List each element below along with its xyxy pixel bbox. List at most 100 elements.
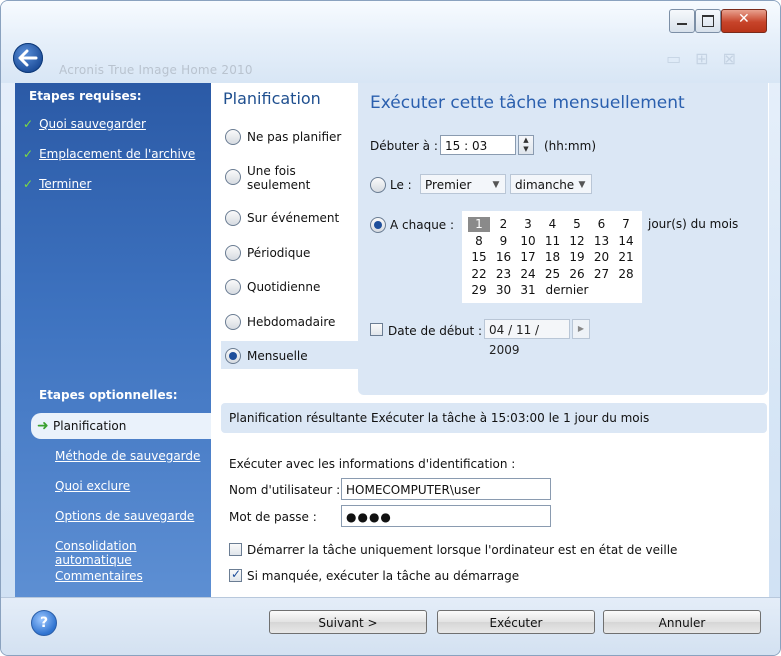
calendar-day[interactable]: 27	[591, 267, 613, 282]
option-label-on-event: Sur événement	[247, 211, 340, 225]
date-picker-button[interactable]: ▶	[572, 319, 590, 339]
sidebar-item-label: Terminer	[39, 177, 92, 191]
calendar-day[interactable]: 6	[591, 217, 613, 232]
minimize-button[interactable]	[669, 9, 695, 33]
calendar-day[interactable]: 25	[542, 267, 564, 282]
calendar-day[interactable]: 1	[468, 217, 490, 232]
calendar-day[interactable]: 3	[517, 217, 539, 232]
cancel-button[interactable]: Annuler	[603, 610, 761, 634]
help-icon: ?	[39, 615, 49, 631]
radio-each-day[interactable]	[370, 217, 386, 233]
sidebar-item-label: Emplacement de l'archive	[39, 147, 196, 161]
option-label-no-schedule: Ne pas planifier	[247, 130, 342, 144]
calendar-day[interactable]: 19	[566, 250, 588, 265]
calendar-day[interactable]: 12	[566, 234, 588, 249]
option-label-daily: Quotidienne	[247, 280, 321, 294]
calendar-day[interactable]: 2	[493, 217, 515, 232]
radio-on-day[interactable]	[370, 177, 386, 193]
calendar-day[interactable]: 9	[493, 234, 515, 249]
option-label-once: Une fois seulement	[247, 164, 311, 192]
option-label-periodic: Périodique	[247, 246, 311, 260]
app-window: Acronis True Image Home 2010 ▭⊞⊠ ✕ Etape…	[0, 0, 781, 656]
back-button[interactable]	[13, 43, 43, 73]
radio-monthly[interactable]	[225, 348, 241, 364]
missed-task-checkbox[interactable]	[229, 567, 242, 582]
calendar-day[interactable]: 8	[468, 234, 490, 249]
sidebar-item-exclusions[interactable]: Quoi exclure	[55, 479, 130, 493]
summary-label: Planification résultante :	[229, 411, 376, 425]
sidebar-item-backup-method[interactable]: Méthode de sauvegarde	[55, 449, 200, 463]
footer-bar: ? Suivant > Exécuter Annuler	[1, 597, 780, 655]
days-of-month-label: jour(s) du mois	[648, 217, 739, 231]
calendar-day[interactable]: 11	[542, 234, 564, 249]
calendar-day[interactable]: 22	[468, 267, 490, 282]
option-label-monthly: Mensuelle	[247, 349, 308, 363]
close-button[interactable]: ✕	[721, 9, 767, 33]
calendar-day[interactable]: 31	[517, 283, 539, 298]
maximize-icon	[702, 15, 714, 27]
radio-periodic[interactable]	[225, 245, 241, 261]
help-button[interactable]: ?	[31, 610, 57, 636]
sidebar-item-label: Planification	[53, 419, 127, 433]
calendar-day[interactable]: 10	[517, 234, 539, 249]
calendar-day[interactable]: 24	[517, 267, 539, 282]
radio-weekly[interactable]	[225, 314, 241, 330]
option-label-weekly: Hebdomadaire	[247, 315, 336, 329]
calendar-day[interactable]: 29	[468, 283, 490, 298]
execute-button[interactable]: Exécuter	[437, 610, 595, 634]
sidebar-item-auto-consolidation[interactable]: Consolidation automatique	[55, 539, 211, 567]
sidebar-item-backup-options[interactable]: Options de sauvegarde	[55, 509, 194, 523]
calendar-day[interactable]: 14	[615, 234, 637, 249]
chevron-down-icon: ▼	[578, 180, 586, 190]
missed-task-label: Si manquée, exécuter la tâche au démarra…	[247, 569, 520, 583]
current-step-arrow-icon: ➜	[37, 418, 49, 434]
calendar-day[interactable]: 26	[566, 267, 588, 282]
calendar-day[interactable]: 16	[493, 250, 515, 265]
calendar-day[interactable]: 5	[566, 217, 588, 232]
spinner-down-icon: ▼	[523, 145, 529, 153]
standby-label: Démarrer la tâche uniquement lorsque l'o…	[247, 543, 678, 557]
calendar-day[interactable]: 18	[542, 250, 564, 265]
calendar-day[interactable]: 4	[542, 217, 564, 232]
calendar-day-last[interactable]: dernier	[546, 283, 589, 297]
ghost-toolbar-icons: ▭⊞⊠	[666, 49, 750, 68]
calendar-day[interactable]: 17	[517, 250, 539, 265]
calendar-day[interactable]: 30	[493, 283, 515, 298]
calendar-day[interactable]: 23	[493, 267, 515, 282]
sidebar-item-finish[interactable]: ✓ Terminer	[23, 177, 91, 191]
sidebar-item-archive-location[interactable]: ✓ Emplacement de l'archive	[23, 147, 195, 161]
maximize-button[interactable]	[695, 9, 721, 33]
radio-once[interactable]	[225, 169, 241, 185]
next-button[interactable]: Suivant >	[269, 610, 427, 634]
credentials-header: Exécuter avec les informations d'identif…	[229, 457, 516, 471]
start-date-input[interactable]: 04 / 11 / 2009	[484, 319, 570, 357]
password-label: Mot de passe :	[229, 510, 317, 524]
ordinal-select[interactable]: Premier ▼	[420, 174, 506, 194]
radio-no-schedule[interactable]	[225, 129, 241, 145]
username-input[interactable]: HOMECOMPUTER\user	[341, 478, 551, 500]
day-of-month-calendar: 1 2 3 4 5 6 7 8 9 10 11 12 13 14 15 16 17 18 19 20 21 22 23 24 2…	[462, 211, 642, 303]
sidebar-item-comments[interactable]: Commentaires	[55, 569, 143, 583]
calendar-day[interactable]: 20	[591, 250, 613, 265]
radio-daily[interactable]	[225, 279, 241, 295]
schedule-summary-bar: Planification résultante : Exécuter la t…	[221, 403, 767, 433]
optional-steps-header: Etapes optionnelles:	[39, 388, 178, 402]
check-icon: ✓	[23, 147, 34, 161]
calendar-day[interactable]: 7	[615, 217, 637, 232]
weekday-select[interactable]: dimanche ▼	[510, 174, 592, 194]
required-steps-header: Etapes requises:	[29, 89, 142, 103]
calendar-day[interactable]: 21	[615, 250, 637, 265]
calendar-day[interactable]: 28	[615, 267, 637, 282]
start-time-spinner[interactable]: ▲ ▼	[518, 135, 534, 155]
calendar-day[interactable]: 15	[468, 250, 490, 265]
sidebar-item-what-to-backup[interactable]: ✓ Quoi sauvegarder	[23, 117, 146, 131]
window-title: Acronis True Image Home 2010	[59, 63, 253, 77]
standby-checkbox[interactable]	[229, 543, 242, 556]
password-input[interactable]: ●●●●	[341, 505, 551, 527]
start-date-checkbox[interactable]	[370, 323, 383, 336]
start-time-input[interactable]: 15 : 03	[440, 135, 516, 155]
calendar-day[interactable]: 13	[591, 234, 613, 249]
sidebar-item-planning[interactable]: ➜ Planification	[31, 413, 211, 439]
radio-on-event[interactable]	[225, 210, 241, 226]
start-time-label: Débuter à :	[370, 139, 438, 153]
